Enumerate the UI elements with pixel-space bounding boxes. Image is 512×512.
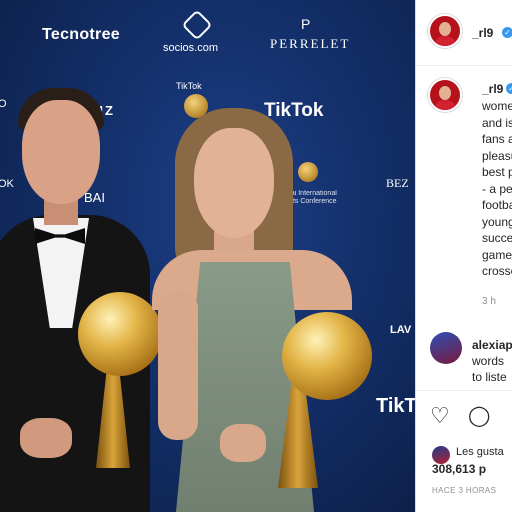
man-face <box>22 100 100 204</box>
profile-avatar[interactable] <box>428 14 462 48</box>
posted-time: HACE 3 HORAS <box>432 486 497 495</box>
comment-username[interactable]: alexiap <box>472 337 512 353</box>
comment-bubble-icon[interactable]: ◯ <box>468 405 490 427</box>
verified-badge-icon: ✓ <box>502 27 512 38</box>
sponsor-tecnotree: Tecnotree <box>42 26 120 43</box>
likes-label: Les gusta <box>456 446 504 458</box>
caption-username[interactable]: _rl9 <box>482 82 503 96</box>
caption-avatar[interactable] <box>428 78 462 112</box>
caption-line: fans al <box>482 132 512 146</box>
sponsor-lav: LAV <box>390 324 412 336</box>
sponsor-tiktok-right: TikT <box>376 395 415 417</box>
sponsor-bez: BEZ <box>386 176 409 190</box>
post-sidebar: _rl9 ✓ _rl9 ✓ women and is fans al pleas… <box>415 0 512 512</box>
comment-line: words <box>472 354 505 368</box>
sponsor-dubai: BAI <box>84 190 105 205</box>
man-hand <box>20 418 72 458</box>
post-actions: ♡ ◯ <box>416 390 512 440</box>
comment: alexiap words to liste <box>472 337 512 385</box>
woman-arm <box>158 290 198 440</box>
caption-line: crosse <box>482 264 512 278</box>
post-photo[interactable]: Tecnotree socios.com P PERRELET TikTok T… <box>0 0 415 512</box>
header-username[interactable]: _rl9 <box>472 26 493 40</box>
sponsor-tiktok-small: TikTok <box>176 81 202 91</box>
caption-text: women and is fans al pleasu best p - a p… <box>482 98 512 280</box>
caption-line: best p <box>482 165 512 179</box>
comment-avatar[interactable] <box>430 332 462 364</box>
woman-hand <box>220 424 266 462</box>
caption-line: young <box>482 214 512 229</box>
caption-line: footba <box>482 198 512 212</box>
caption-line: succes <box>482 231 512 245</box>
socios-logo-icon <box>181 9 213 41</box>
caption-timestamp[interactable]: 3 h <box>482 296 496 307</box>
caption-line: games <box>482 247 512 262</box>
comment-line: to liste <box>472 370 507 384</box>
globe-soccer-trophy-left <box>78 292 162 376</box>
caption-line: pleasu <box>482 148 512 163</box>
verified-badge-icon: ✓ <box>506 83 512 94</box>
globe-soccer-trophy-right <box>282 312 372 400</box>
sponsor-socios: socios.com <box>163 42 219 54</box>
sponsor-left-o: O <box>0 98 7 110</box>
globe-soccer-medal-icon <box>298 162 318 182</box>
heart-icon[interactable]: ♡ <box>430 405 450 427</box>
post-header: _rl9 ✓ <box>416 0 512 66</box>
perrelet-logo-icon: P <box>301 16 311 32</box>
caption-line: women <box>482 99 512 113</box>
woman-face <box>194 128 274 238</box>
caption-line: and is <box>482 115 512 130</box>
caption-line: - a per <box>482 181 512 196</box>
sponsor-perrelet: PERRELET <box>270 36 351 51</box>
sponsor-left-ok: OK <box>0 178 14 190</box>
likes-count[interactable]: 308,613 p <box>432 462 486 476</box>
sponsor-tiktok-large: TikTok <box>264 100 324 121</box>
